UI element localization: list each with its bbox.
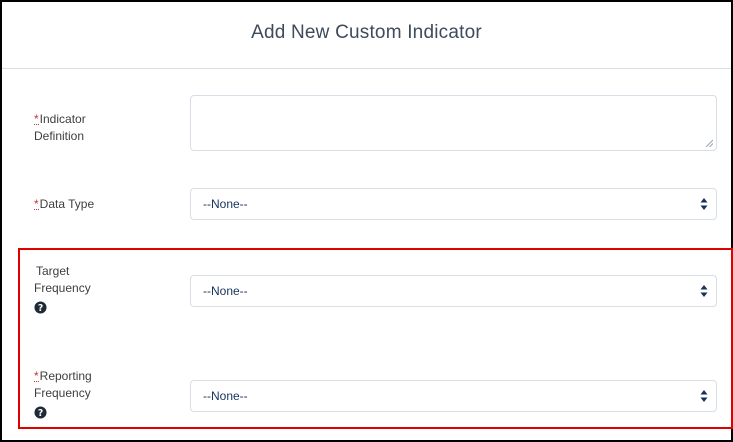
data-type-label: *Data Type bbox=[34, 197, 95, 211]
required-asterisk: * bbox=[34, 197, 39, 211]
target-frequency-selected-value: --None-- bbox=[203, 284, 248, 298]
data-type-select[interactable]: --None-- bbox=[190, 188, 717, 220]
resize-grip-icon[interactable] bbox=[705, 139, 713, 147]
svg-text:?: ? bbox=[38, 303, 43, 314]
target-frequency-select[interactable]: --None-- bbox=[190, 275, 717, 307]
chevron-up-down-icon bbox=[700, 285, 708, 297]
indicator-definition-label: *Indicator Definition bbox=[34, 112, 86, 143]
target-frequency-label: Target Frequency ? bbox=[34, 264, 91, 314]
indicator-definition-textarea[interactable] bbox=[190, 95, 717, 151]
question-circle-icon[interactable]: ? bbox=[34, 301, 47, 314]
data-type-selected-value: --None-- bbox=[203, 197, 248, 211]
svg-text:?: ? bbox=[38, 408, 43, 419]
required-asterisk: * bbox=[34, 112, 39, 126]
chevron-up-down-icon bbox=[700, 198, 708, 210]
chevron-up-down-icon bbox=[700, 390, 708, 402]
required-asterisk: * bbox=[34, 369, 39, 383]
question-circle-icon[interactable]: ? bbox=[34, 406, 47, 419]
reporting-frequency-label: *Reporting Frequency ? bbox=[34, 369, 92, 419]
custom-indicator-dialog: Add New Custom Indicator *Indicator Defi… bbox=[0, 0, 733, 442]
dialog-header: Add New Custom Indicator bbox=[2, 2, 731, 69]
dialog-title: Add New Custom Indicator bbox=[251, 22, 482, 43]
reporting-frequency-selected-value: --None-- bbox=[203, 389, 248, 403]
reporting-frequency-select[interactable]: --None-- bbox=[190, 380, 717, 412]
